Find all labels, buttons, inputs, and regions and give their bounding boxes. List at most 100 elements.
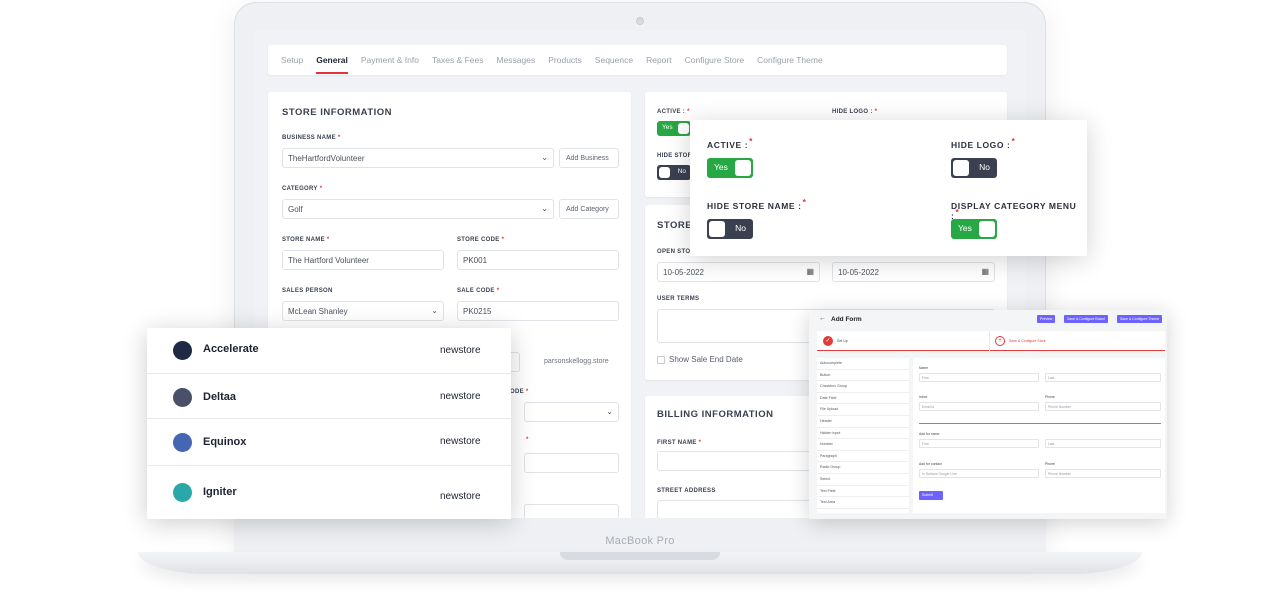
preview-button[interactable]: Preview bbox=[1037, 315, 1056, 323]
business-name-select[interactable]: TheHartfordVolunteer ⌄ bbox=[282, 148, 554, 168]
sales-person-label: SALES PERSON bbox=[282, 288, 333, 294]
open-date-input[interactable]: 10-05-2022 ▦ bbox=[657, 262, 820, 282]
store-dates-title: STORE bbox=[657, 220, 693, 231]
palette-item[interactable]: Date Field bbox=[817, 393, 909, 405]
second-name-label: Add for name bbox=[919, 432, 940, 436]
store-type: newstore bbox=[440, 345, 481, 356]
store-type: newstore bbox=[440, 391, 481, 402]
stage: Setup General Payment & Info Taxes & Fee… bbox=[0, 0, 1280, 594]
store-code-input[interactable]: PK001 bbox=[457, 250, 619, 270]
palette-item[interactable]: Button bbox=[817, 370, 909, 382]
business-name-label: BUSINESS NAME * bbox=[282, 135, 341, 141]
palette-item[interactable]: Hidden Input bbox=[817, 428, 909, 440]
store-color-dot bbox=[173, 341, 192, 360]
tab-general[interactable]: General bbox=[316, 55, 348, 74]
submit-button[interactable]: Submit bbox=[919, 491, 943, 500]
palette-item[interactable]: Text Field bbox=[817, 486, 909, 498]
tab-configure-theme[interactable]: Configure Theme bbox=[757, 55, 823, 65]
laptop-notch bbox=[560, 552, 720, 560]
tab-payment-info[interactable]: Payment & Info bbox=[361, 55, 419, 65]
palette-item[interactable]: Autocomplete bbox=[817, 358, 909, 370]
display-category-toggle[interactable]: Yes bbox=[951, 219, 997, 239]
contact-label: Add for contact bbox=[919, 462, 942, 466]
form-steps: ✓ Set Up + Save & Configure Store bbox=[817, 331, 1165, 351]
palette-item[interactable]: Text Area bbox=[817, 497, 909, 509]
list-item[interactable]: Igniter newstore bbox=[147, 466, 511, 519]
list-item[interactable]: Accelerate newstore bbox=[147, 328, 511, 374]
palette-item[interactable]: Paragraph bbox=[817, 451, 909, 463]
form-canvas: Name First Last Inbox Email id Phone Pho… bbox=[913, 358, 1165, 513]
store-type: newstore bbox=[440, 491, 481, 502]
store-name: Deltaa bbox=[203, 391, 237, 403]
laptop-brand: MacBook Pro bbox=[605, 535, 675, 547]
palette-item[interactable]: File Upload bbox=[817, 404, 909, 416]
category-label: CATEGORY * bbox=[282, 186, 323, 192]
hide-store-name-toggle[interactable]: No bbox=[707, 219, 753, 239]
store-information-title: STORE INFORMATION bbox=[282, 107, 393, 118]
email-field[interactable]: Email id bbox=[919, 402, 1039, 411]
back-arrow-icon[interactable]: ← bbox=[819, 315, 826, 322]
palette-item[interactable]: Radio Group bbox=[817, 462, 909, 474]
palette-item[interactable]: Checkbox Group bbox=[817, 381, 909, 393]
tab-messages[interactable]: Messages bbox=[497, 55, 536, 65]
partial-input-1[interactable] bbox=[524, 453, 619, 473]
email-label: Inbox bbox=[919, 395, 928, 399]
chevron-down-icon: ⌄ bbox=[541, 204, 548, 213]
store-color-dot bbox=[173, 483, 192, 502]
tab-configure-store[interactable]: Configure Store bbox=[685, 55, 745, 65]
list-item[interactable]: Deltaa newstore bbox=[147, 374, 511, 419]
sales-person-select[interactable]: McLean Shanley ⌄ bbox=[282, 301, 444, 321]
chevron-down-icon: ⌄ bbox=[541, 153, 548, 162]
save-configure-theme-button[interactable]: Save & Configure Theme bbox=[1117, 315, 1163, 323]
category-select[interactable]: Golf ⌄ bbox=[282, 199, 554, 219]
add-category-button[interactable]: Add Category bbox=[559, 199, 619, 219]
nav-tabs: Setup General Payment & Info Taxes & Fee… bbox=[268, 45, 1007, 75]
tab-sequence[interactable]: Sequence bbox=[595, 55, 633, 65]
end-date-input[interactable]: 10-05-2022 ▦ bbox=[832, 262, 995, 282]
second-first-field[interactable]: First bbox=[919, 439, 1039, 448]
status-hide-store-toggle[interactable]: No bbox=[657, 165, 691, 180]
show-sale-end-checkbox[interactable] bbox=[657, 356, 665, 364]
store-name-label: STORE NAME * bbox=[282, 237, 330, 243]
add-form-window: ← Add Form Preview Save & Configure Boar… bbox=[809, 310, 1167, 519]
phone-field-2[interactable]: Phone Number bbox=[1045, 469, 1161, 478]
palette-item[interactable]: Select bbox=[817, 474, 909, 486]
visibility-toggles-popup: ACTIVE :* Yes HIDE LOGO :* No HIDE STORE… bbox=[690, 120, 1087, 256]
contact-field[interactable]: In Surface Google Line bbox=[919, 469, 1039, 478]
step-2-icon: + bbox=[995, 336, 1005, 346]
street-address-input[interactable] bbox=[657, 500, 820, 518]
store-type: newstore bbox=[440, 436, 481, 447]
active-toggle[interactable]: Yes bbox=[707, 158, 753, 178]
store-name: Equinox bbox=[203, 436, 247, 448]
palette-item[interactable]: Number bbox=[817, 439, 909, 451]
step-done-icon: ✓ bbox=[823, 336, 833, 346]
partial-input-2[interactable] bbox=[524, 504, 619, 518]
save-configure-board-button[interactable]: Save & Configure Board bbox=[1064, 315, 1108, 323]
status-hide-logo-label: HIDE LOGO : * bbox=[832, 109, 878, 115]
status-active-toggle[interactable]: Yes bbox=[657, 121, 691, 136]
tab-report[interactable]: Report bbox=[646, 55, 672, 65]
first-name-field[interactable]: First bbox=[919, 373, 1039, 382]
domain-suffix: parsonskellogg.store bbox=[544, 358, 609, 365]
popup-active-label: ACTIVE :* bbox=[707, 136, 754, 150]
chevron-down-icon: ⌄ bbox=[606, 407, 613, 416]
list-item[interactable]: Equinox newstore bbox=[147, 419, 511, 466]
tab-products[interactable]: Products bbox=[548, 55, 582, 65]
billing-title: BILLING INFORMATION bbox=[657, 409, 774, 420]
partial-select[interactable]: ⌄ bbox=[524, 402, 619, 422]
sale-code-input[interactable]: PK0215 bbox=[457, 301, 619, 321]
tab-setup[interactable]: Setup bbox=[281, 55, 303, 65]
first-name-input[interactable] bbox=[657, 451, 820, 471]
step-1-label: Set Up bbox=[837, 339, 848, 343]
palette-item[interactable]: Header bbox=[817, 416, 909, 428]
popup-display-category-label: DISPLAY CATEGORY MENU :* bbox=[951, 201, 1077, 221]
last-name-field[interactable]: Last bbox=[1045, 373, 1161, 382]
add-form-title: Add Form bbox=[831, 316, 862, 323]
hide-logo-toggle[interactable]: No bbox=[951, 158, 997, 178]
second-last-field[interactable]: Last bbox=[1045, 439, 1161, 448]
add-business-button[interactable]: Add Business bbox=[559, 148, 619, 168]
tab-taxes-fees[interactable]: Taxes & Fees bbox=[432, 55, 484, 65]
phone-field[interactable]: Phone Number bbox=[1045, 402, 1161, 411]
store-name-input[interactable]: The Hartford Volunteer bbox=[282, 250, 444, 270]
phone-label: Phone bbox=[1045, 395, 1055, 399]
